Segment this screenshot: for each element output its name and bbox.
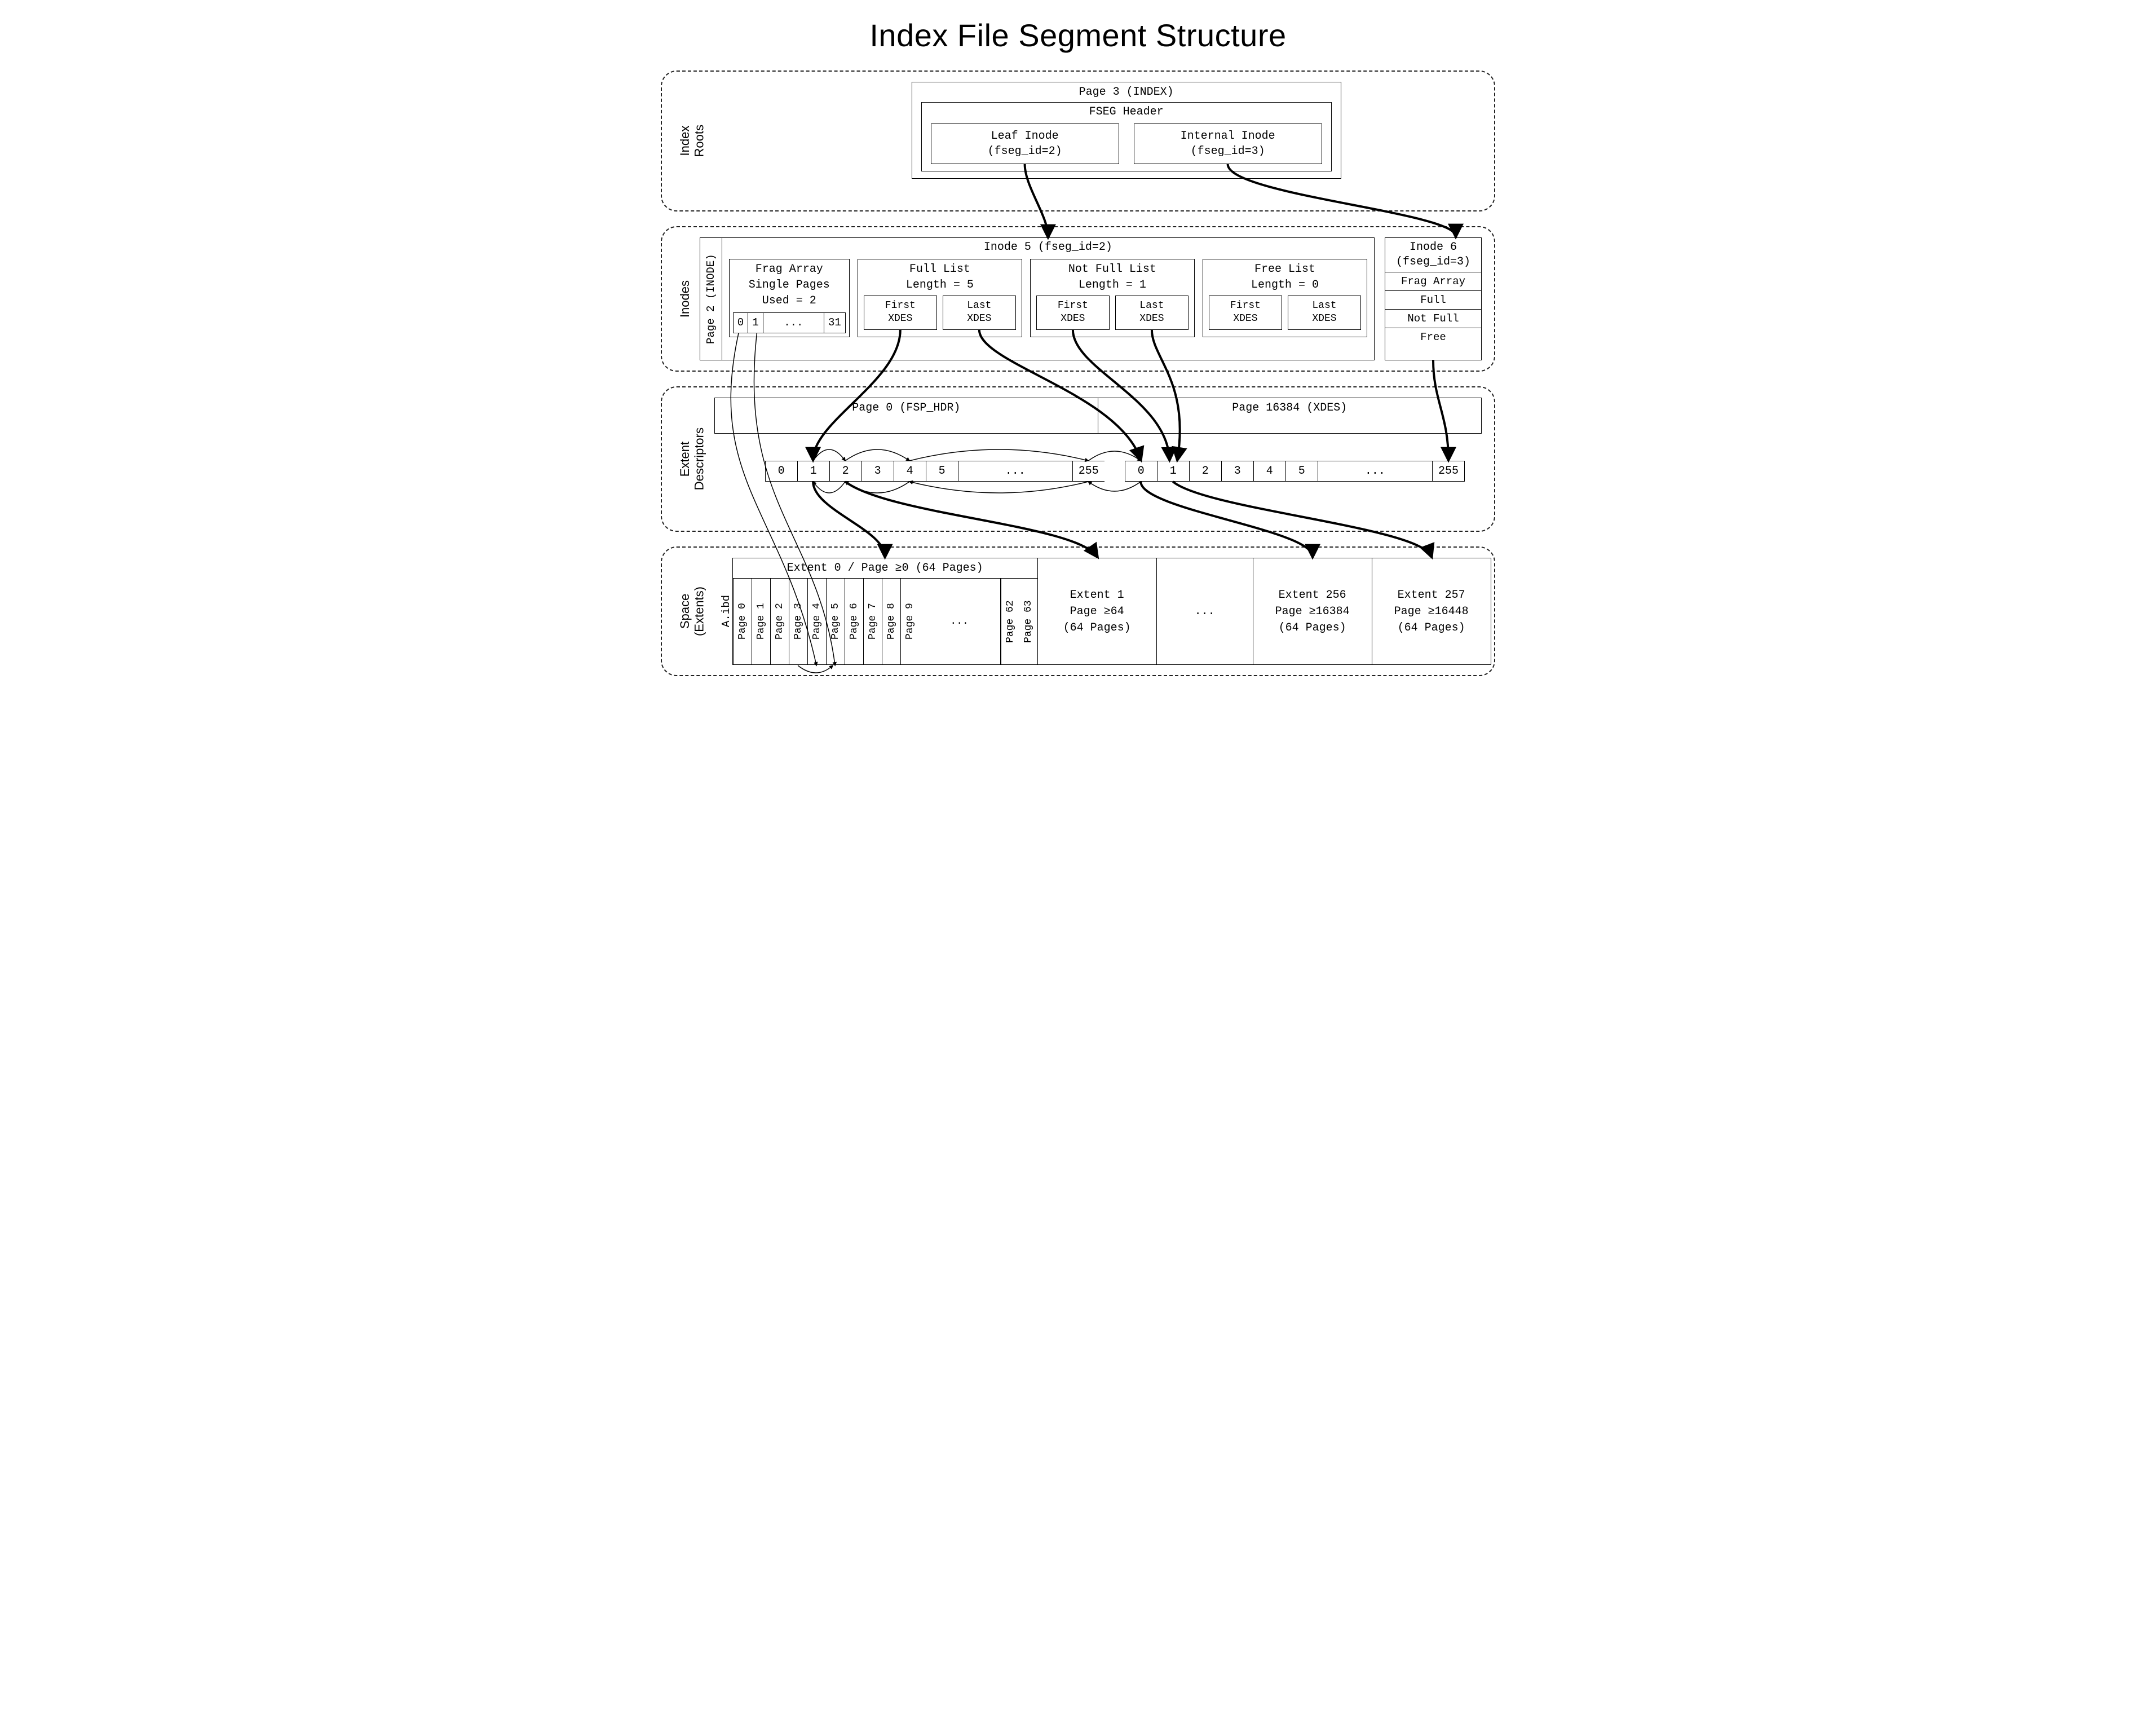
full-last-xdes: LastXDES [943,296,1016,330]
fseg-header: FSEG Header Leaf Inode(fseg_id=2) Intern… [921,102,1332,171]
inode6-full: Full [1385,291,1481,310]
xdes-a-0: 0 [765,461,797,482]
section-space-extents: Space(Extents) A.ibd Extent 0 / Page ≥0 … [661,546,1495,676]
free-list-title: Free ListLength = 0 [1203,262,1367,296]
page-62: Page 62 [1001,579,1019,664]
section-label-index-roots: IndexRoots [674,122,706,159]
frag-slot-31: 31 [824,312,846,333]
free-last-xdes: LastXDES [1288,296,1361,330]
inode-6: Inode 6(fseg_id=3) Frag Array Full Not F… [1385,237,1482,360]
xdes-b-2: 2 [1189,461,1221,482]
xdes-a-ellipsis: ... [958,461,1072,482]
free-first-xdes: FirstXDES [1209,296,1282,330]
page-63: Page 63 [1019,579,1037,664]
free-list: Free ListLength = 0 FirstXDES LastXDES [1203,259,1367,337]
extent-0: Extent 0 / Page ≥0 (64 Pages) Page 0 Pag… [732,558,1038,665]
page-1: Page 1 [752,579,770,664]
full-first-xdes: FirstXDES [864,296,937,330]
fseg-header-title: FSEG Header [922,103,1331,121]
file-label: A.ibd [714,595,732,627]
full-list-title: Full ListLength = 5 [858,262,1022,296]
xdes-b-1: 1 [1157,461,1189,482]
xdes-b-5: 5 [1285,461,1318,482]
frag-array-line: Frag Array [733,262,846,277]
page-9: Page 9 [900,579,919,664]
frag-slot-ellipsis: ... [763,312,824,333]
section-label-inodes: Inodes [674,278,692,320]
page-16384-xdes: Page 16384 (XDES) [1098,398,1482,434]
frag-slot-0: 0 [733,312,748,333]
frag-array: Frag Array Single Pages Used = 2 0 1 ...… [729,259,850,337]
xdes-b-3: 3 [1221,461,1253,482]
section-inodes: Inodes Page 2 (INODE) Inode 5 (fseg_id=2… [661,226,1495,372]
notfull-first-xdes: FirstXDES [1036,296,1110,330]
inode6-free: Free [1385,328,1481,346]
xdes-a-2: 2 [829,461,861,482]
section-label-xdes: ExtentDescriptors [674,425,706,492]
inode-6-title: Inode 6(fseg_id=3) [1385,238,1481,272]
page-3-title: Page 3 (INDEX) [912,82,1341,102]
page-ellipsis: ... [919,579,1001,664]
extent-257: Extent 257Page ≥16448(64 Pages) [1372,558,1491,665]
full-list: Full ListLength = 5 FirstXDES LastXDES [858,259,1022,337]
xdes-a-1: 1 [797,461,829,482]
xdes-a-255: 255 [1072,461,1104,482]
frag-array-line: Used = 2 [733,293,846,309]
inode-5: Inode 5 (fseg_id=2) Frag Array Single Pa… [722,237,1375,360]
page-7: Page 7 [863,579,882,664]
xdes-b-4: 4 [1253,461,1285,482]
diagram-title: Index File Segment Structure [661,17,1495,54]
extent-1: Extent 1Page ≥64(64 Pages) [1038,558,1157,665]
not-full-list-title: Not Full ListLength = 1 [1031,262,1194,296]
page-0-fsp-hdr: Page 0 (FSP_HDR) [714,398,1098,434]
page-3: Page 3 [789,579,807,664]
page-4: Page 4 [807,579,826,664]
page-3-index: Page 3 (INDEX) FSEG Header Leaf Inode(fs… [912,82,1341,179]
page-6: Page 6 [845,579,863,664]
extent-256: Extent 256Page ≥16384(64 Pages) [1253,558,1372,665]
page-8: Page 8 [882,579,900,664]
xdes-b-0: 0 [1125,461,1157,482]
xdes-a-4: 4 [894,461,926,482]
frag-slot-1: 1 [748,312,762,333]
section-index-roots: IndexRoots Page 3 (INDEX) FSEG Header Le… [661,70,1495,211]
leaf-inode-ref: Leaf Inode(fseg_id=2) [931,124,1119,164]
xdes-b-ellipsis: ... [1318,461,1432,482]
inode6-frag: Frag Array [1385,272,1481,291]
not-full-list: Not Full ListLength = 1 FirstXDES LastXD… [1030,259,1195,337]
frag-array-line: Single Pages [733,277,846,293]
xdes-b-255: 255 [1432,461,1465,482]
extent-0-title: Extent 0 / Page ≥0 (64 Pages) [733,558,1037,579]
page-2-inode-label: Page 2 (INODE) [700,237,722,360]
section-extent-descriptors: ExtentDescriptors Page 0 (FSP_HDR) Page … [661,386,1495,532]
extent-ellipsis: ... [1157,558,1253,665]
inode6-notfull: Not Full [1385,310,1481,328]
internal-inode-ref: Internal Inode(fseg_id=3) [1134,124,1322,164]
xdes-a-3: 3 [861,461,894,482]
page-2: Page 2 [770,579,789,664]
xdes-a-5: 5 [926,461,958,482]
page-0: Page 0 [733,579,752,664]
section-label-space: Space(Extents) [674,584,706,638]
page-5: Page 5 [826,579,845,664]
inode-5-title: Inode 5 (fseg_id=2) [722,238,1374,257]
notfull-last-xdes: LastXDES [1115,296,1189,330]
